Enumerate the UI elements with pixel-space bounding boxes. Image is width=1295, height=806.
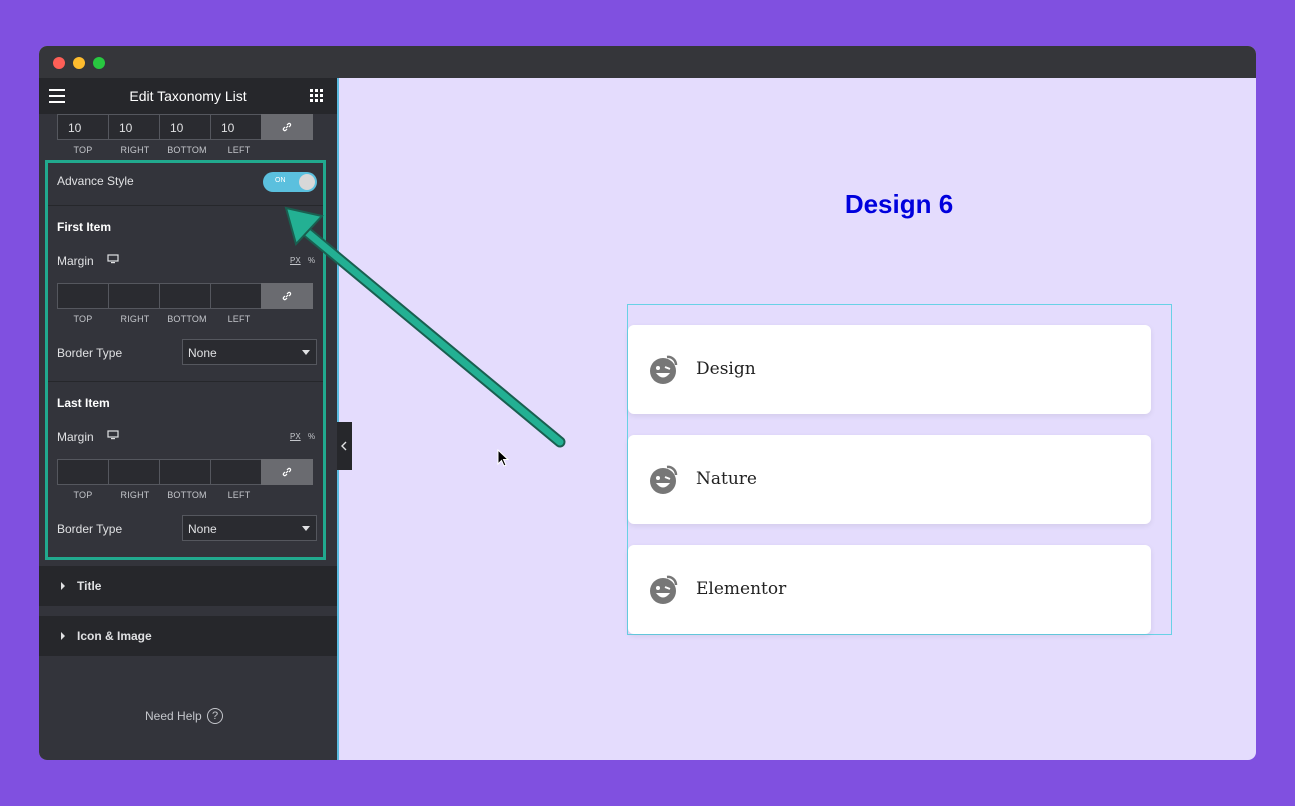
- minimize-window-button[interactable]: [73, 57, 85, 69]
- question-icon[interactable]: ?: [207, 708, 223, 724]
- section-title[interactable]: Title: [39, 566, 337, 606]
- toggle-on-text: ON: [275, 177, 286, 184]
- unit-px[interactable]: PX: [290, 432, 301, 441]
- dimension-left-input[interactable]: 10: [210, 114, 262, 140]
- list-item[interactable]: Nature: [628, 435, 1151, 524]
- label-bottom: BOTTOM: [167, 314, 207, 324]
- grid-icon[interactable]: [310, 89, 323, 102]
- label-bottom: BOTTOM: [167, 490, 207, 500]
- toggle-knob: [299, 174, 315, 190]
- dimension-labels: TOP RIGHT BOTTOM LEFT: [57, 314, 317, 324]
- last-item-border-type-select[interactable]: None: [182, 515, 317, 541]
- unit-px[interactable]: PX: [290, 256, 301, 265]
- separator: [48, 381, 323, 382]
- margin-left-input[interactable]: [210, 459, 262, 485]
- dimension-bottom-input[interactable]: 10: [159, 114, 211, 140]
- collapse-panel-button[interactable]: [337, 422, 352, 470]
- mouse-cursor-icon: [497, 449, 510, 467]
- last-item-margin-label: Margin: [57, 430, 94, 444]
- label-left: LEFT: [227, 314, 251, 324]
- label-top: TOP: [73, 145, 93, 155]
- panel-title: Edit Taxonomy List: [129, 88, 247, 104]
- margin-right-input[interactable]: [108, 283, 160, 309]
- select-value: None: [188, 346, 217, 360]
- item-label: Design: [696, 359, 756, 379]
- margin-top-input[interactable]: [57, 283, 109, 309]
- caret-down-icon: [302, 350, 310, 355]
- dimension-labels: TOP RIGHT BOTTOM LEFT: [57, 145, 317, 155]
- item-label: Elementor: [696, 579, 787, 599]
- caret-down-icon: [302, 526, 310, 531]
- label-top: TOP: [73, 314, 93, 324]
- last-item-heading: Last Item: [57, 396, 110, 410]
- unit-percent[interactable]: %: [308, 432, 315, 441]
- emoji-icon: [650, 465, 678, 494]
- label-right: RIGHT: [120, 314, 150, 324]
- margin-top-input[interactable]: [57, 459, 109, 485]
- margin-left-input[interactable]: [210, 283, 262, 309]
- need-help-link[interactable]: Need Help: [145, 709, 202, 723]
- margin-bottom-input[interactable]: [159, 459, 211, 485]
- last-item-margin-dimensions: [57, 459, 317, 485]
- section-label: Icon & Image: [77, 629, 152, 643]
- caret-right-icon: [61, 582, 65, 590]
- maximize-window-button[interactable]: [93, 57, 105, 69]
- separator: [48, 205, 323, 206]
- dimension-right-input[interactable]: 10: [108, 114, 160, 140]
- last-item-border-type-label: Border Type: [57, 522, 123, 536]
- list-item[interactable]: Elementor: [628, 545, 1151, 634]
- first-item-margin-dimensions: [57, 283, 317, 309]
- first-item-margin-label: Margin: [57, 254, 94, 268]
- link-icon: [282, 122, 292, 132]
- first-item-border-type-label: Border Type: [57, 346, 123, 360]
- list-item[interactable]: Design: [628, 325, 1151, 414]
- monitor-icon[interactable]: [107, 430, 119, 440]
- padding-dimensions: 10 10 10 10: [57, 114, 317, 140]
- panel-divider: [337, 78, 339, 760]
- editor-panel: Edit Taxonomy List 10 10 10 10 TOP RIGHT…: [39, 78, 337, 760]
- widget-heading: Design 6: [844, 189, 954, 219]
- advance-style-toggle[interactable]: ON: [263, 172, 317, 192]
- dimension-top-input[interactable]: 10: [57, 114, 109, 140]
- label-right: RIGHT: [120, 490, 150, 500]
- select-value: None: [188, 522, 217, 536]
- label-top: TOP: [73, 490, 93, 500]
- margin-right-input[interactable]: [108, 459, 160, 485]
- section-label: Title: [77, 579, 102, 593]
- monitor-icon[interactable]: [107, 254, 119, 264]
- section-icon-image[interactable]: Icon & Image: [39, 616, 337, 656]
- unit-percent[interactable]: %: [308, 256, 315, 265]
- link-icon: [282, 467, 292, 477]
- title-bar: [39, 46, 1256, 78]
- advance-style-label: Advance Style: [57, 174, 134, 188]
- taxonomy-list: Design Nature Elementor: [627, 304, 1172, 635]
- link-values-button[interactable]: [261, 459, 313, 485]
- first-item-border-type-select[interactable]: None: [182, 339, 317, 365]
- label-right: RIGHT: [120, 145, 150, 155]
- dimension-labels: TOP RIGHT BOTTOM LEFT: [57, 490, 317, 500]
- first-item-heading: First Item: [57, 220, 112, 234]
- label-bottom: BOTTOM: [167, 145, 207, 155]
- emoji-icon: [650, 575, 678, 604]
- close-window-button[interactable]: [53, 57, 65, 69]
- label-left: LEFT: [227, 145, 251, 155]
- margin-bottom-input[interactable]: [159, 283, 211, 309]
- item-label: Nature: [696, 469, 757, 489]
- link-values-button[interactable]: [261, 114, 313, 140]
- label-left: LEFT: [227, 490, 251, 500]
- link-values-button[interactable]: [261, 283, 313, 309]
- chevron-left-icon: [341, 441, 347, 451]
- panel-header: Edit Taxonomy List: [39, 78, 337, 114]
- link-icon: [282, 291, 292, 301]
- emoji-icon: [650, 355, 678, 384]
- caret-right-icon: [61, 632, 65, 640]
